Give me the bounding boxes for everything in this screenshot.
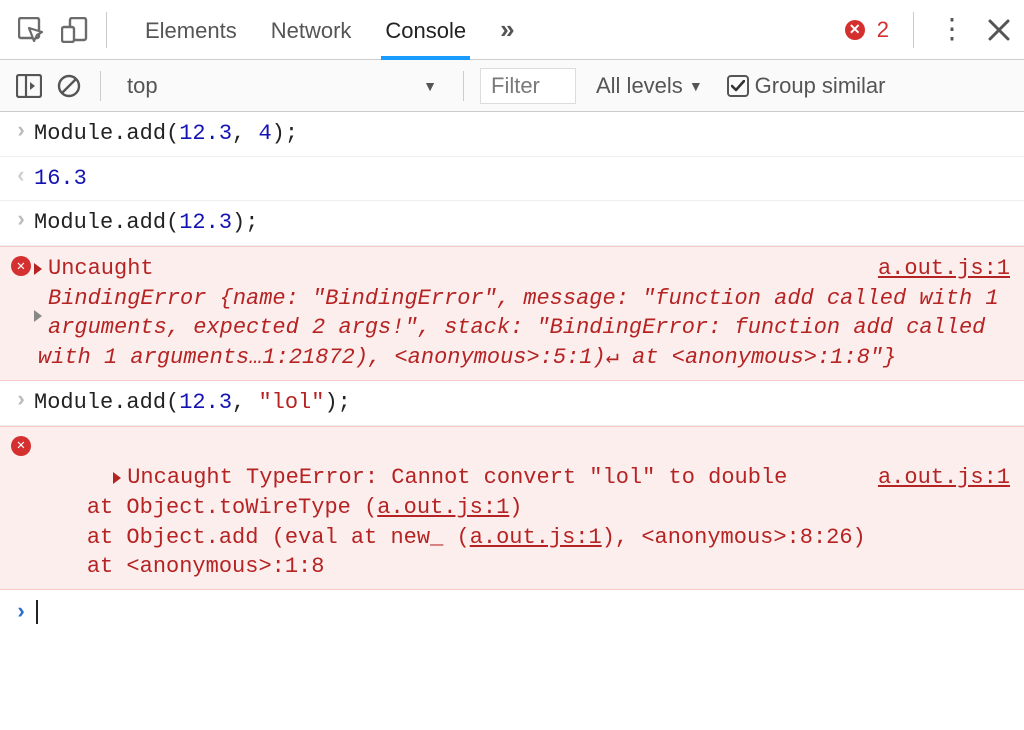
text-cursor bbox=[36, 600, 38, 624]
checkbox-checked-icon bbox=[727, 75, 749, 97]
console-input-field[interactable] bbox=[34, 600, 38, 625]
chevron-down-icon: ▼ bbox=[423, 78, 437, 94]
console-error-text: a.out.js:1 Uncaught BindingError {name: … bbox=[34, 254, 1010, 373]
console-input-text: Module.add(12.3, 4); bbox=[34, 119, 1010, 149]
result-icon: ‹ bbox=[8, 164, 34, 189]
clear-console-icon[interactable] bbox=[54, 71, 84, 101]
console-input-row[interactable]: › Module.add(12.3, 4); bbox=[0, 112, 1024, 157]
error-badge-icon[interactable]: ✕ bbox=[845, 20, 865, 40]
error-count[interactable]: 2 bbox=[877, 17, 889, 43]
toolbar-separator bbox=[463, 71, 464, 101]
console-input-text: Module.add(12.3); bbox=[34, 208, 1010, 238]
execution-context-select[interactable]: top ▼ bbox=[117, 68, 447, 104]
console-error-text: a.out.js:1Uncaught TypeError: Cannot con… bbox=[34, 434, 1010, 582]
console-toolbar: top ▼ Filter All levels ▼ Group similar bbox=[0, 60, 1024, 112]
error-source-link[interactable]: a.out.js:1 bbox=[377, 495, 509, 520]
toggle-console-sidebar-icon[interactable] bbox=[14, 71, 44, 101]
log-levels-label: All levels bbox=[596, 73, 683, 99]
console-error-row[interactable]: ✕ a.out.js:1Uncaught TypeError: Cannot c… bbox=[0, 426, 1024, 590]
devtools-main-toolbar: Elements Network Console » ✕ 2 ⋮ bbox=[0, 0, 1024, 60]
expand-caret-icon[interactable] bbox=[34, 263, 42, 275]
filter-placeholder: Filter bbox=[491, 73, 540, 99]
toolbar-right-group: ✕ 2 ⋮ bbox=[845, 12, 1010, 48]
expand-caret-icon[interactable] bbox=[113, 472, 121, 484]
filter-input[interactable]: Filter bbox=[480, 68, 576, 104]
input-prompt-icon: › bbox=[8, 600, 34, 625]
close-icon[interactable] bbox=[988, 19, 1010, 41]
tab-console[interactable]: Console bbox=[385, 1, 466, 59]
console-input-row[interactable]: › Module.add(12.3); bbox=[0, 201, 1024, 246]
console-result-row[interactable]: ‹ 16.3 bbox=[0, 157, 1024, 202]
input-prompt-icon: › bbox=[8, 119, 34, 144]
execution-context-value: top bbox=[127, 73, 158, 99]
kebab-menu-icon[interactable]: ⋮ bbox=[938, 21, 966, 38]
console-input-text: Module.add(12.3, "lol"); bbox=[34, 388, 1010, 418]
console-log: › Module.add(12.3, 4); ‹ 16.3 › Module.a… bbox=[0, 112, 1024, 635]
toolbar-separator bbox=[106, 12, 107, 48]
expand-caret-icon[interactable] bbox=[34, 310, 42, 322]
error-icon: ✕ bbox=[8, 254, 34, 276]
console-result-text: 16.3 bbox=[34, 164, 1010, 194]
tab-elements[interactable]: Elements bbox=[145, 1, 237, 59]
inspect-element-icon[interactable] bbox=[14, 13, 48, 47]
console-prompt-row[interactable]: › bbox=[0, 590, 1024, 635]
log-levels-select[interactable]: All levels ▼ bbox=[596, 73, 703, 99]
input-prompt-icon: › bbox=[8, 388, 34, 413]
error-source-link[interactable]: a.out.js:1 bbox=[878, 254, 1010, 284]
console-input-row[interactable]: › Module.add(12.3, "lol"); bbox=[0, 381, 1024, 426]
panel-tabs: Elements Network Console » bbox=[145, 1, 513, 59]
tab-network[interactable]: Network bbox=[271, 1, 352, 59]
chevron-down-icon: ▼ bbox=[689, 78, 703, 94]
input-prompt-icon: › bbox=[8, 208, 34, 233]
toolbar-separator bbox=[913, 12, 914, 48]
group-similar-label: Group similar bbox=[755, 73, 886, 99]
more-tabs-icon[interactable]: » bbox=[500, 14, 512, 45]
group-similar-toggle[interactable]: Group similar bbox=[727, 73, 886, 99]
error-source-link[interactable]: a.out.js:1 bbox=[470, 525, 602, 550]
toolbar-separator bbox=[100, 71, 101, 101]
console-error-row[interactable]: ✕ a.out.js:1 Uncaught BindingError {name… bbox=[0, 246, 1024, 381]
error-icon: ✕ bbox=[8, 434, 34, 456]
error-source-link[interactable]: a.out.js:1 bbox=[878, 463, 1010, 493]
toggle-device-toolbar-icon[interactable] bbox=[58, 13, 92, 47]
